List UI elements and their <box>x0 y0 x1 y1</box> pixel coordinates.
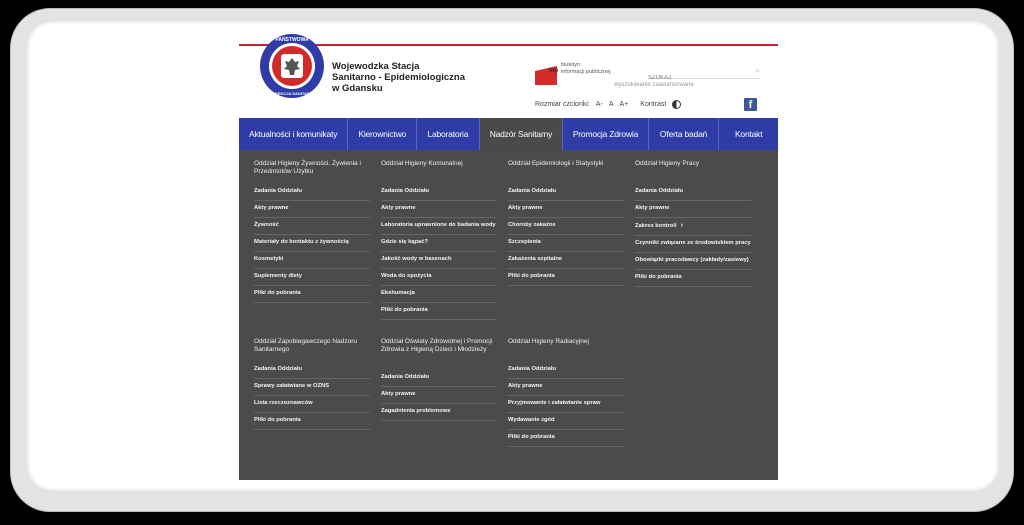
menu-link[interactable]: Pliki do pobrania <box>254 413 370 430</box>
menu-link[interactable]: Jakość wody w basenach <box>381 252 497 269</box>
menu-link[interactable]: Zakażenia szpitalne <box>508 252 624 269</box>
menu-column: Oddział Higieny Radiacyjnej Zadania Oddz… <box>508 338 624 447</box>
bip-caption-line2: informacji publicznej <box>561 69 611 75</box>
menu-link-zakres-kontroli[interactable]: Zakres kontroli › <box>635 218 751 236</box>
svg-text:bip: bip <box>549 68 558 74</box>
org-name-line3: w Gdansku <box>332 83 383 94</box>
column-title[interactable]: Oddział Oświaty Zdrowotnej i Promocji Zd… <box>381 338 497 370</box>
search-bar: ⌕ <box>648 66 760 81</box>
menu-link[interactable]: Choroby zakaźne <box>508 218 624 235</box>
nav-item-kierownictwo[interactable]: Kierownictwo <box>348 118 418 150</box>
column-title[interactable]: Oddział Higieny Radiacyjnej <box>508 338 624 362</box>
search-icon[interactable]: ⌕ <box>756 66 760 76</box>
chevron-right-icon: › <box>680 222 683 229</box>
menu-column: Oddział Oświaty Zdrowotnej i Promocji Zd… <box>381 338 497 421</box>
menu-link[interactable]: Pliki do pobrania <box>508 269 624 286</box>
menu-link[interactable]: Zagadnienia problemowe <box>381 404 497 421</box>
svg-text:PAŃSTWOWA: PAŃSTWOWA <box>275 35 309 43</box>
mega-menu: Oddział Higieny Żywności, Żywienia i Prz… <box>239 150 778 480</box>
menu-link[interactable]: Kosmetyki <box>254 252 370 269</box>
column-title[interactable]: Oddział Higieny Komunalnej <box>381 160 497 184</box>
menu-link[interactable]: Suplementy diety <box>254 269 370 286</box>
menu-column: Oddział Epidemiologii i Statystyki Zadan… <box>508 160 624 286</box>
menu-link[interactable]: Lista rzeczoznawców <box>254 396 370 413</box>
advanced-search-link[interactable]: wyszukiwanie zaawansowane <box>614 82 694 88</box>
org-name-line1: Wojewodzka Stacja <box>332 61 420 72</box>
contrast-icon[interactable] <box>672 100 682 109</box>
menu-link[interactable]: Przyjmowanie i załatwianie spraw <box>508 396 624 413</box>
menu-column: Oddział Higieny Komunalnej Zadania Oddzi… <box>381 160 497 320</box>
font-normal-button[interactable]: A <box>609 101 614 108</box>
menu-link[interactable]: Żywność <box>254 218 370 235</box>
column-title[interactable]: Oddział Epidemiologii i Statystyki <box>508 160 624 184</box>
font-small-button[interactable]: A- <box>596 101 603 108</box>
nav-item-promocja-zdrowia[interactable]: Promocja Zdrowia <box>563 118 649 150</box>
facebook-icon[interactable]: f <box>744 98 757 111</box>
column-title[interactable]: Oddział Zapobiegawczego Nadzoru Sanitarn… <box>254 338 370 362</box>
menu-link-label: Zakres kontroli <box>635 223 677 229</box>
font-large-button[interactable]: A+ <box>620 101 629 108</box>
menu-link[interactable]: Gdzie się kąpać? <box>381 235 497 252</box>
menu-link[interactable]: Woda do spożycia <box>381 269 497 286</box>
menu-link[interactable]: Akty prawne <box>508 379 624 396</box>
nav-item-laboratoria[interactable]: Laboratoria <box>417 118 480 150</box>
sanepid-logo: PAŃSTWOWA INSPEKCJA SANITARNA <box>260 34 324 98</box>
menu-link[interactable]: Akty prawne <box>254 201 370 218</box>
menu-column: Oddział Zapobiegawczego Nadzoru Sanitarn… <box>254 338 370 430</box>
accessibility-bar: Rozmiar czcionki: A- A A+ Kontrast <box>535 100 682 109</box>
column-title[interactable]: Oddział Higieny Żywności, Żywienia i Prz… <box>254 160 370 184</box>
menu-link[interactable]: Akty prawne <box>381 387 497 404</box>
menu-link[interactable]: Zadania Oddziału <box>254 184 370 201</box>
bip-caption-line1: biuletyn <box>561 62 580 68</box>
menu-link[interactable]: Ekshumacja <box>381 286 497 303</box>
nav-item-kontakt[interactable]: Kontakt <box>719 118 778 150</box>
menu-link[interactable]: Pliki do pobrania <box>635 270 751 287</box>
menu-link[interactable]: Zadania Oddziału <box>254 362 370 379</box>
menu-link[interactable]: Szczepienia <box>508 235 624 252</box>
menu-link[interactable]: Czynniki związane ze środowiskiem pracy <box>635 236 751 253</box>
organization-name[interactable]: Wojewodzka Stacja Sanitarno - Epidemiolo… <box>332 61 465 94</box>
nav-item-oferta-badan[interactable]: Oferta badań <box>649 118 720 150</box>
menu-link[interactable]: Zadania Oddziału <box>381 370 497 387</box>
menu-link[interactable]: Zadania Oddziału <box>635 184 751 201</box>
nav-item-nadzor-sanitarny[interactable]: Nadzór Sanitarny <box>479 118 564 150</box>
menu-link[interactable]: Zadania Oddziału <box>508 184 624 201</box>
nav-item-aktualnosci[interactable]: Aktualności i komunikaty <box>239 118 349 150</box>
menu-link[interactable]: Pliki do pobrania <box>508 430 624 447</box>
menu-link[interactable]: Pliki do pobrania <box>254 286 370 303</box>
menu-link[interactable]: Zadania Oddziału <box>508 362 624 379</box>
menu-column: Oddział Higieny Pracy Zadania Oddziału A… <box>635 160 751 287</box>
menu-column: Oddział Higieny Żywności, Żywienia i Prz… <box>254 160 370 303</box>
contrast-label: Kontrast <box>640 101 667 108</box>
menu-link[interactable]: Zadania Oddziału <box>381 184 497 201</box>
font-size-label: Rozmiar czcionki: <box>535 101 590 108</box>
menu-link[interactable]: Obowiązki pracodawcy (zakłady/zasiewy) <box>635 253 751 270</box>
org-name-line2: Sanitarno - Epidemiologiczna <box>332 72 466 83</box>
bip-icon[interactable]: bip <box>535 62 559 86</box>
bip-caption[interactable]: biuletyn informacji publicznej <box>561 62 611 76</box>
column-title[interactable]: Oddział Higieny Pracy <box>635 160 751 184</box>
main-navigation: Aktualności i komunikaty Kierownictwo La… <box>239 118 778 150</box>
website: PAŃSTWOWA INSPEKCJA SANITARNA Wojewodzka… <box>239 34 778 480</box>
menu-link[interactable]: Akty prawne <box>381 201 497 218</box>
menu-link[interactable]: Wydawanie zgód <box>508 413 624 430</box>
svg-text:INSPEKCJA SANITARNA: INSPEKCJA SANITARNA <box>268 91 315 96</box>
menu-link[interactable]: Pliki do pobrania <box>381 303 497 320</box>
menu-link[interactable]: Laboratoria uprawnione do badania wody <box>381 218 497 235</box>
search-input[interactable] <box>648 75 744 81</box>
menu-link[interactable]: Akty prawne <box>508 201 624 218</box>
menu-link[interactable]: Akty prawne <box>635 201 751 218</box>
menu-link[interactable]: Sprawy załatwiane w OZNS <box>254 379 370 396</box>
menu-link[interactable]: Materiały do kontaktu z żywnością <box>254 235 370 252</box>
